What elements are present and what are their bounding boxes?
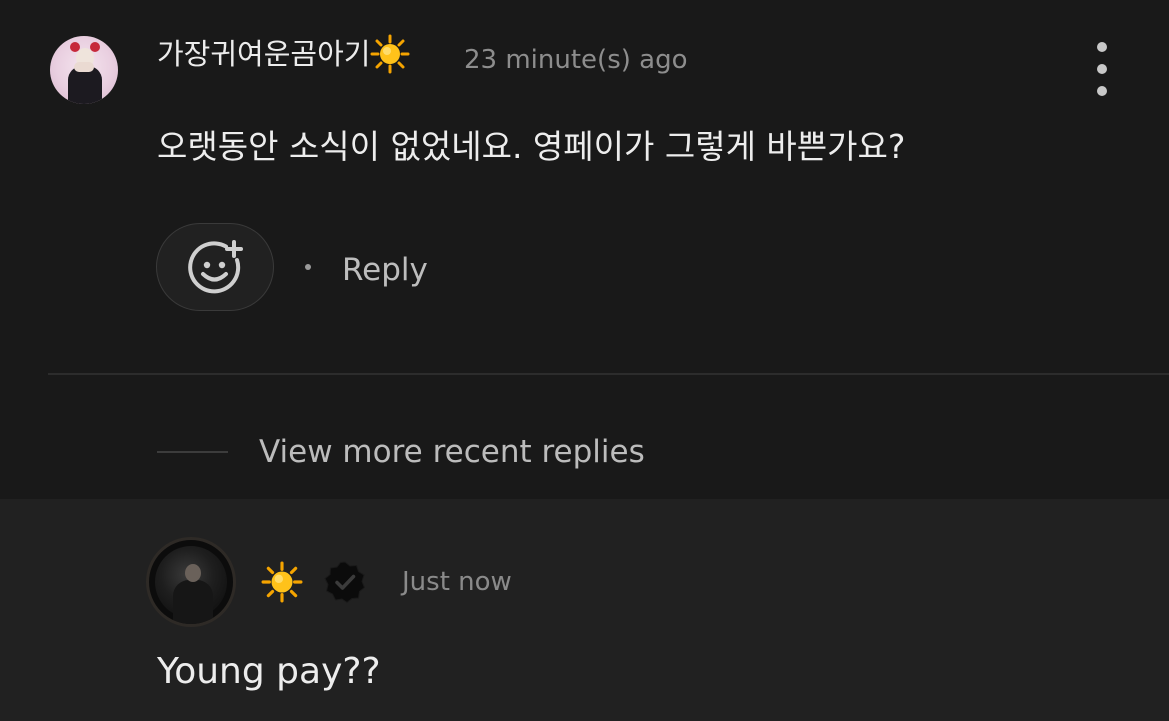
username[interactable]: 가장귀여운곰아기 xyxy=(157,34,410,76)
comment-timestamp: 23 minute(s) ago xyxy=(464,45,688,75)
avatar-detail xyxy=(185,564,201,582)
reply-avatar[interactable] xyxy=(146,537,236,627)
avatar-detail xyxy=(173,580,213,624)
avatar-detail xyxy=(155,546,227,624)
comment-text: 오랫동안 소식이 없었네요. 영페이가 그렇게 바쁜가요? xyxy=(157,127,906,166)
add-reaction-icon xyxy=(188,240,243,294)
verified-badge-icon xyxy=(324,561,366,604)
reply-timestamp: Just now xyxy=(402,567,512,597)
more-options-button[interactable] xyxy=(1086,42,1118,96)
username-text: 가장귀여운곰아기 xyxy=(157,37,371,71)
avatar[interactable] xyxy=(50,36,118,104)
more-vertical-icon xyxy=(1097,64,1107,74)
thread-line xyxy=(157,451,228,453)
reply-item: Just now Young pay?? xyxy=(0,499,1169,721)
divider xyxy=(48,373,1169,375)
sun-emoji-icon xyxy=(370,34,410,76)
separator-dot xyxy=(305,264,311,270)
reply-text: Young pay?? xyxy=(157,651,381,692)
more-vertical-icon xyxy=(1097,86,1107,96)
more-vertical-icon xyxy=(1097,42,1107,52)
comment-thread: 가장귀여운곰아기 23 minute(s) ago 오랫동안 소식이 없었네요.… xyxy=(0,0,1169,721)
sun-emoji-icon xyxy=(261,561,303,603)
avatar-detail xyxy=(74,62,94,72)
comment-item: 가장귀여운곰아기 23 minute(s) ago 오랫동안 소식이 없었네요.… xyxy=(0,0,1169,499)
view-more-replies-button[interactable]: View more recent replies xyxy=(259,431,645,473)
add-reaction-button[interactable] xyxy=(156,223,274,311)
reply-button[interactable]: Reply xyxy=(342,250,428,290)
